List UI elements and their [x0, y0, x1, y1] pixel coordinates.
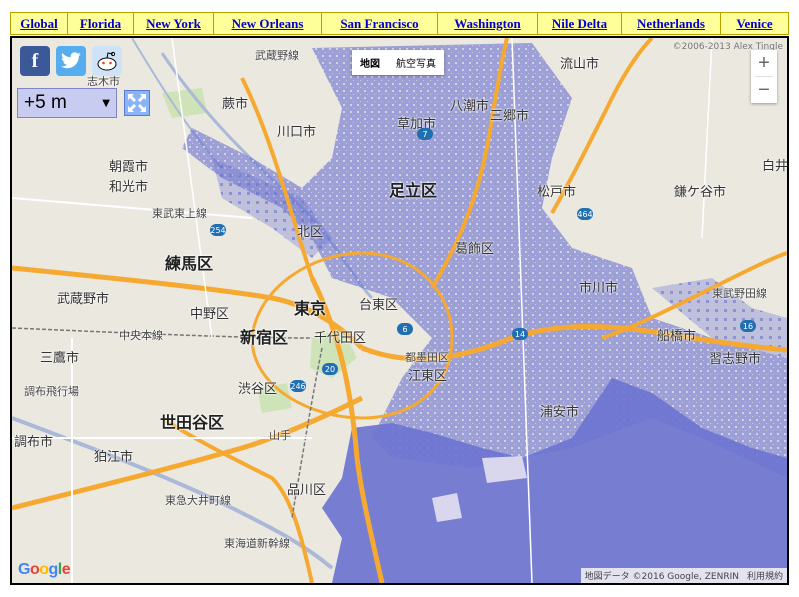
place-label: 調布市 [14, 435, 54, 450]
rail-label: 山手 [269, 429, 291, 442]
route-shield: 7 [417, 128, 433, 140]
place-label: 葛飾区 [455, 242, 495, 257]
place-label: 足立区 [389, 181, 438, 200]
twitter-bird-icon [61, 52, 81, 69]
route-shield: 254 [210, 224, 226, 236]
place-label: 都墨田区 [405, 351, 449, 364]
rail-label: 東海道新幹線 [224, 537, 290, 550]
place-label: 新宿区 [240, 328, 289, 347]
place-label: 習志野市 [709, 352, 762, 367]
map-attribution: 地図データ ©2016 Google, ZENRIN 利用規約 [580, 568, 787, 583]
place-label: 北区 [297, 225, 324, 240]
route-shield: 20 [322, 363, 338, 375]
island [432, 493, 462, 522]
place-label: 武蔵野市 [57, 292, 110, 307]
dropdown-arrow-icon: ▼ [102, 97, 110, 109]
tab-venice[interactable]: Venice [721, 13, 789, 35]
twitter-icon[interactable] [56, 46, 86, 76]
map-type-map-button[interactable]: 地図 [352, 50, 388, 75]
tab-new-york[interactable]: New York [134, 13, 214, 35]
place-label: 千代田区 [314, 331, 367, 346]
tab-link[interactable]: New Orleans [232, 16, 304, 32]
place-label: 品川区 [287, 483, 327, 498]
place-label: 東京 [294, 299, 327, 318]
place-label: 台東区 [359, 298, 399, 313]
google-logo[interactable]: Google [18, 561, 71, 579]
place-label: 川口市 [277, 125, 317, 140]
place-label: 船橋市 [657, 329, 697, 344]
tab-florida[interactable]: Florida [68, 13, 134, 35]
map-type-control: 地図 航空写真 [352, 50, 444, 75]
place-label: 世田谷区 [160, 413, 225, 432]
map-data-credit: 地図データ ©2016 Google, ZENRIN [584, 572, 739, 582]
tab-global[interactable]: Global [10, 13, 68, 35]
map-type-satellite-button[interactable]: 航空写真 [388, 50, 444, 75]
route-shield: 16 [740, 320, 756, 332]
flood-map[interactable]: 足立区 葛飾区 北区 練馬区 東京 新宿区 千代田区 台東区 世田谷区 江東区 … [10, 36, 789, 585]
sea-level-select[interactable]: +5 m ▼ [17, 88, 117, 118]
reddit-icon[interactable] [92, 46, 122, 76]
rail-label: 武蔵野線 [255, 49, 299, 62]
tab-link[interactable]: Netherlands [637, 16, 705, 32]
route-shield: 14 [512, 328, 528, 340]
tab-link[interactable]: Washington [454, 16, 520, 32]
tab-link[interactable]: Global [20, 16, 58, 32]
reddit-alien-icon [97, 51, 117, 71]
zoom-in-button[interactable]: + [751, 50, 777, 76]
place-label: 蕨市 [222, 97, 249, 112]
tab-netherlands[interactable]: Netherlands [622, 13, 721, 35]
tab-nile-delta[interactable]: Nile Delta [538, 13, 622, 35]
fullscreen-icon [128, 94, 146, 112]
tab-new-orleans[interactable]: New Orleans [214, 13, 322, 35]
place-label: 三鷹市 [40, 351, 80, 366]
terms-link[interactable]: 利用規約 [747, 569, 783, 582]
zoom-control: + − [751, 50, 777, 103]
tab-san-francisco[interactable]: San Francisco [322, 13, 438, 35]
place-label: 狛江市 [94, 450, 134, 465]
fullscreen-button[interactable] [124, 90, 150, 116]
rail-label: 東武野田線 [712, 287, 767, 300]
place-label: 八潮市 [450, 99, 490, 114]
place-label: 志木市 [87, 75, 120, 88]
route-shield: 6 [397, 323, 413, 335]
social-buttons: f [20, 46, 122, 76]
tab-washington[interactable]: Washington [438, 13, 538, 35]
place-label: 白井市 [762, 159, 789, 174]
region-tabs: Global Florida New York New Orleans San Fran… [10, 12, 789, 35]
place-label: 江東区 [408, 369, 448, 384]
place-label: 流山市 [560, 57, 600, 72]
place-label: 和光市 [109, 180, 149, 195]
rail-label: 東武東上線 [152, 207, 207, 220]
sea-level-value: +5 m [24, 92, 67, 113]
tab-link[interactable]: Florida [80, 16, 121, 32]
place-label: 調布飛行場 [24, 385, 79, 398]
place-label: 三郷市 [490, 109, 530, 124]
place-label: 渋谷区 [238, 382, 278, 397]
tab-link[interactable]: Nile Delta [552, 16, 607, 32]
place-label: 練馬区 [165, 254, 214, 273]
rail-label: 東急大井町線 [165, 494, 231, 507]
place-label: 朝霞市 [109, 160, 149, 175]
place-label: 鎌ケ谷市 [674, 185, 727, 200]
place-label: 市川市 [579, 281, 619, 296]
place-label: 松戸市 [537, 185, 577, 200]
route-shield: 246 [290, 380, 306, 392]
tab-link[interactable]: New York [146, 16, 201, 32]
facebook-icon[interactable]: f [20, 46, 50, 76]
tab-link[interactable]: San Francisco [340, 16, 418, 32]
place-label: 中野区 [190, 307, 230, 322]
rail-label: 中央本線 [119, 329, 163, 342]
tab-link[interactable]: Venice [736, 16, 772, 32]
route-shield: 464 [577, 208, 593, 220]
zoom-out-button[interactable]: − [751, 77, 777, 103]
place-label: 浦安市 [540, 405, 580, 420]
